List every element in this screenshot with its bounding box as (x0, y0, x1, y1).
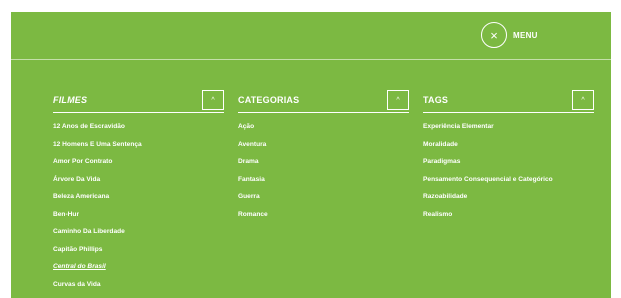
films-list-item[interactable]: Central do Brasil (53, 258, 224, 276)
films-list-item[interactable]: Amor Por Contrato (53, 153, 224, 171)
films-header: FILMES ^ (53, 90, 224, 113)
films-column: FILMES ^ 12 Anos de Escravidão 12 Homens … (53, 90, 224, 298)
films-list-item[interactable]: Caminho Da Liberdade (53, 223, 224, 241)
header-divider (11, 59, 611, 60)
films-list: 12 Anos de Escravidão 12 Homens E Uma Sen… (53, 118, 224, 298)
categories-list-item[interactable]: Ação (238, 118, 409, 136)
top-bar: × MENU (11, 12, 611, 60)
menu-label[interactable]: MENU (513, 31, 538, 40)
tags-header: TAGS ^ (423, 90, 594, 113)
categories-list-item[interactable]: Aventura (238, 136, 409, 154)
categories-list-item[interactable]: Fantasia (238, 171, 409, 189)
categories-list-item[interactable]: Romance (238, 206, 409, 224)
tags-list-item[interactable]: Realismo (423, 206, 594, 224)
tags-list-item[interactable]: Paradigmas (423, 153, 594, 171)
tags-list: Experiência Elementar Moralidade Paradigma… (423, 118, 594, 223)
films-list-item[interactable]: Ben-Hur (53, 206, 224, 224)
categories-list-item[interactable]: Drama (238, 153, 409, 171)
categories-list: Ação Aventura Drama Fantasia Guerra Romance (238, 118, 409, 223)
films-list-item[interactable]: O Discurso do Rei (53, 293, 224, 298)
films-list-item[interactable]: Capitão Phillips (53, 241, 224, 259)
mega-menu-panel: × MENU FILMES ^ 12 Anos de Escravidão 12 … (11, 12, 611, 298)
tags-title: TAGS (423, 95, 449, 105)
tags-list-item[interactable]: Moralidade (423, 136, 594, 154)
films-title: FILMES (53, 95, 88, 105)
categories-column: CATEGORIAS ^ Ação Aventura Drama Fantasia Gu… (238, 90, 409, 223)
films-list-item[interactable]: 12 Homens E Uma Sentença (53, 136, 224, 154)
chevron-up-icon[interactable]: ^ (572, 90, 594, 110)
menu-close-button[interactable]: × MENU (481, 22, 538, 48)
films-list-item[interactable]: Árvore Da Vida (53, 171, 224, 189)
close-icon[interactable]: × (481, 22, 507, 48)
chevron-up-icon[interactable]: ^ (202, 90, 224, 110)
tags-list-item[interactable]: Razoabilidade (423, 188, 594, 206)
tags-list-item[interactable]: Pensamento Consequencial e Categórico (423, 171, 594, 189)
films-list-item[interactable]: Beleza Americana (53, 188, 224, 206)
categories-title: CATEGORIAS (238, 95, 300, 105)
films-list-item[interactable]: Curvas da Vida (53, 276, 224, 294)
chevron-up-icon[interactable]: ^ (387, 90, 409, 110)
tags-list-item[interactable]: Experiência Elementar (423, 118, 594, 136)
categories-list-item[interactable]: Guerra (238, 188, 409, 206)
tags-column: TAGS ^ Experiência Elementar Moralidade Pa… (423, 90, 594, 223)
films-list-item[interactable]: 12 Anos de Escravidão (53, 118, 224, 136)
categories-header: CATEGORIAS ^ (238, 90, 409, 113)
